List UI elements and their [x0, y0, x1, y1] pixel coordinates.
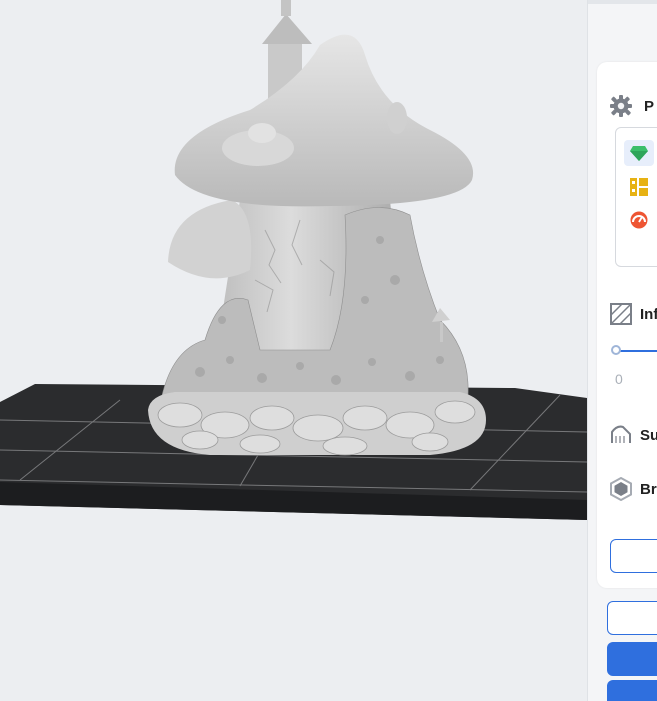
profile-item-gem[interactable] [624, 140, 654, 166]
primary-action-button[interactable] [607, 642, 657, 676]
infill-min-value: 0 [615, 371, 623, 387]
infill-slider-track[interactable] [616, 350, 657, 352]
support-row[interactable]: Su [608, 421, 657, 449]
yellow-grid-icon [630, 178, 648, 196]
brim-hexagon-icon [608, 476, 634, 502]
support-label: Su [640, 426, 657, 444]
green-gem-icon [630, 146, 648, 161]
infill-label: Inf [640, 305, 657, 323]
infill-hatch-icon [608, 301, 634, 327]
3d-viewport[interactable] [0, 0, 587, 701]
secondary-action-button[interactable] [607, 601, 657, 635]
print-profile-row[interactable]: P [608, 92, 654, 120]
settings-panel: P Inf 0 S Br [587, 0, 657, 701]
brim-row[interactable]: Br [608, 475, 657, 503]
infill-slider-thumb[interactable] [611, 345, 621, 355]
support-icon [608, 422, 634, 448]
red-dial-icon [630, 211, 648, 229]
slice-button[interactable] [607, 680, 657, 701]
brim-label: Br [640, 480, 657, 498]
profile-label: P [644, 97, 655, 115]
panel-top-strip [588, 0, 657, 4]
profile-list[interactable] [615, 127, 657, 267]
profile-item-dial[interactable] [624, 207, 654, 233]
mushroom-house-model[interactable] [148, 0, 486, 456]
viewport-canvas[interactable] [0, 0, 587, 701]
profile-item-grid[interactable] [624, 174, 654, 200]
infill-row[interactable]: Inf [608, 300, 657, 328]
gear-icon [608, 93, 634, 119]
card-outline-button[interactable] [610, 539, 657, 573]
